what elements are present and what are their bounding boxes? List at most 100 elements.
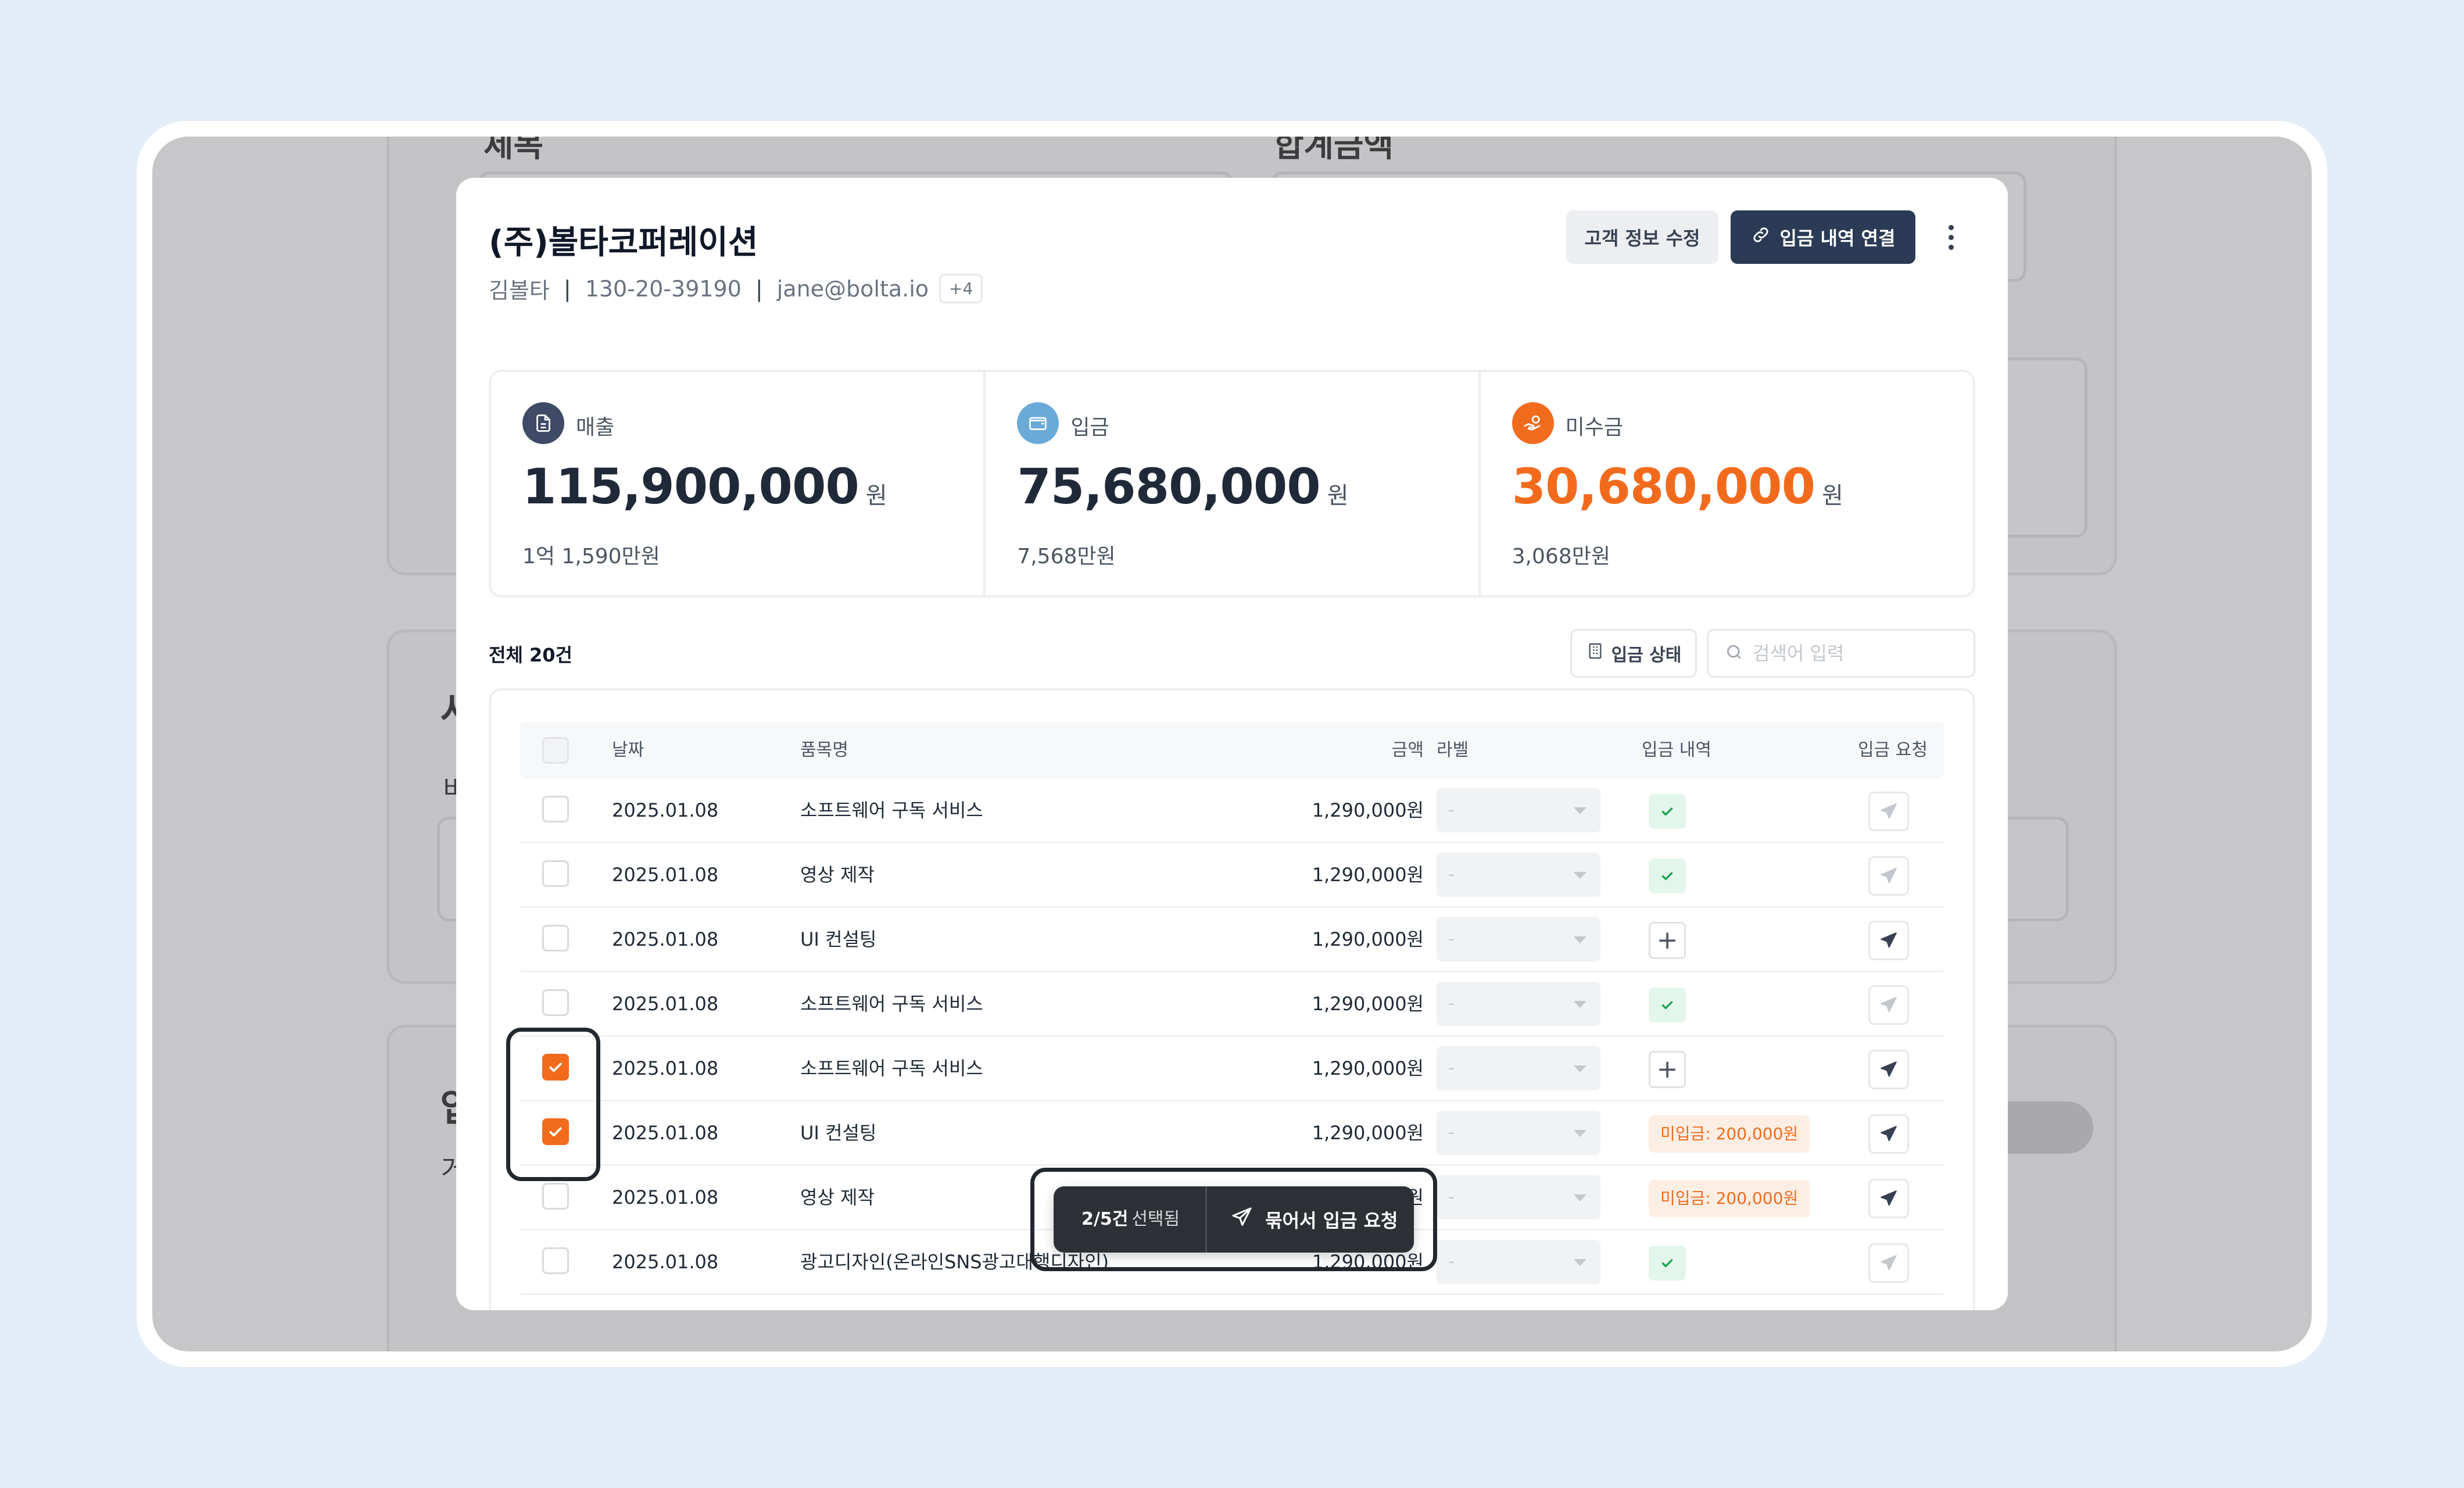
col-payment: 입금 내역 [1642,740,1711,760]
send-request-icon[interactable] [1868,792,1909,831]
row-checkbox[interactable] [542,1247,569,1274]
row-amount: 1,290,000원 [1312,993,1424,1015]
row-item: 소프트웨어 구독 서비스 [800,1057,983,1079]
more-contacts-badge[interactable]: +4 [939,274,983,303]
label-select[interactable]: - [1437,1046,1600,1090]
send-request-icon[interactable] [1868,856,1909,896]
send-icon [1230,1206,1254,1233]
table-row[interactable]: 2025.01.08 소프트웨어 구독 서비스 1,290,000원 - + [520,1037,1944,1101]
check-icon[interactable] [1649,1246,1686,1280]
stat-receivable: 미수금 30,680,000 원 3,068만원 [1481,372,1973,595]
search-box[interactable] [1707,629,1975,678]
search-input[interactable] [1753,642,1962,664]
table-row[interactable]: 2025.01.08 소프트웨어 구독 서비스 1,290,000원 - [520,972,1944,1037]
payment-status-filter[interactable]: 입금 상태 [1570,629,1697,678]
chevron-down-icon [1574,872,1586,879]
label-select[interactable]: - [1437,917,1600,961]
table-row[interactable]: 2025.01.08 소프트웨어 구독 서비스 1,290,000원 - [520,779,1944,843]
row-date: 2025.01.08 [612,1122,719,1144]
chevron-down-icon [1574,1259,1586,1266]
row-date: 2025.01.08 [612,993,719,1015]
send-request-icon[interactable] [1868,1243,1909,1283]
bulk-request-label: 묶어서 입금 요청 [1265,1210,1398,1232]
add-payment-icon[interactable]: + [1649,922,1686,959]
row-amount: 1,290,000원 [1312,799,1424,821]
col-label: 라벨 [1437,740,1469,760]
link-payment-label: 입금 내역 연결 [1779,227,1896,249]
send-request-icon[interactable] [1868,1114,1909,1154]
row-checkbox[interactable] [542,1183,569,1210]
document-icon [522,402,564,444]
send-request-icon[interactable] [1868,921,1909,960]
stat-sub: 7,568만원 [1017,545,1116,568]
customer-detail-modal: (주)볼타코퍼레이션 김볼타 | 130-20-39190 | jane@bol… [456,178,2008,1310]
selected-checkboxes-highlight [506,1028,600,1181]
building-icon [1586,642,1605,665]
bg-label-title: 제목 [484,137,544,164]
row-date: 2025.01.08 [612,864,719,886]
row-item: UI 컨설팅 [800,1122,877,1144]
col-date: 날짜 [612,740,644,760]
summary-stats: 매출 115,900,000 원 1억 1,590만원 입금 75,680,000… [489,370,1975,598]
edit-customer-button[interactable]: 고객 정보 수정 [1566,210,1718,264]
stat-sales: 매출 115,900,000 원 1억 1,590만원 [491,372,986,595]
stat-sub: 1억 1,590만원 [522,545,660,568]
row-date: 2025.01.08 [612,799,719,821]
hand-coin-icon [1512,402,1554,444]
customer-name: (주)볼타코퍼레이션 [489,224,758,262]
stat-value: 30,680,000 원 [1512,458,1843,515]
biz-number: 130-20-39190 [585,276,742,302]
send-request-icon[interactable] [1868,1179,1909,1218]
send-request-icon[interactable] [1868,985,1909,1025]
chevron-down-icon [1574,1001,1586,1008]
label-select[interactable]: - [1437,1175,1600,1219]
row-amount: 1,290,000원 [1312,928,1424,950]
bulk-action-bar: 2/5건 선택됨 묶어서 입금 요청 [1054,1186,1414,1253]
stat-value: 115,900,000 원 [522,458,887,515]
total-count: 전체 20건 [489,644,572,666]
chevron-down-icon [1574,1194,1586,1201]
label-select[interactable]: - [1437,853,1600,897]
link-icon [1751,225,1771,249]
label-select[interactable]: - [1437,788,1600,832]
customer-email: jane@bolta.io [776,276,929,302]
check-icon[interactable] [1649,988,1686,1022]
row-checkbox[interactable] [542,860,569,887]
selected-count: 2/5건 선택됨 [1054,1186,1208,1253]
stat-value: 75,680,000 원 [1017,458,1348,515]
add-payment-icon[interactable]: + [1649,1051,1686,1088]
row-checkbox[interactable] [542,796,569,822]
more-options-icon[interactable] [1936,216,1966,258]
chevron-down-icon [1574,1065,1586,1072]
row-date: 2025.01.08 [612,1057,719,1079]
stat-deposit: 입금 75,680,000 원 7,568만원 [986,372,1481,595]
chevron-down-icon [1574,1130,1586,1137]
table-row[interactable]: 2025.01.08 UI 컨설팅 1,290,000원 - + [520,908,1944,972]
row-checkbox[interactable] [542,925,569,952]
label-select[interactable]: - [1437,1111,1600,1155]
bulk-request-button[interactable]: 묶어서 입금 요청 [1207,1206,1398,1233]
select-all-checkbox[interactable] [542,737,569,764]
check-icon[interactable] [1649,794,1686,829]
row-date: 2025.01.08 [612,1251,719,1273]
label-select[interactable]: - [1437,1240,1600,1284]
table-row[interactable]: 2025.01.08 UI 컨설팅 1,290,000원 - 미입금: 200,000원 [520,1101,1944,1166]
unpaid-badge: 미입금: 200,000원 [1649,1180,1810,1217]
row-item: 영상 제작 [800,1186,875,1208]
link-payment-button[interactable]: 입금 내역 연결 [1731,210,1915,264]
table-row[interactable]: 2025.01.08 영상 제작 1,290,000원 - [520,843,1944,908]
divider: | [755,276,763,302]
table-header: 날짜 품목명 금액 라벨 입금 내역 입금 요청 [520,722,1944,779]
check-icon[interactable] [1649,859,1686,893]
chevron-down-icon [1574,936,1586,943]
row-date: 2025.01.08 [612,1186,719,1208]
row-checkbox[interactable] [542,989,569,1016]
row-item: 소프트웨어 구독 서비스 [800,799,983,821]
stat-label: 미수금 [1565,416,1624,439]
wallet-icon [1017,402,1059,444]
row-amount: 1,290,000원 [1312,864,1424,886]
status-filter-label: 입금 상태 [1611,645,1682,666]
unpaid-badge: 미입금: 200,000원 [1649,1115,1810,1153]
label-select[interactable]: - [1437,982,1600,1026]
send-request-icon[interactable] [1868,1050,1909,1089]
